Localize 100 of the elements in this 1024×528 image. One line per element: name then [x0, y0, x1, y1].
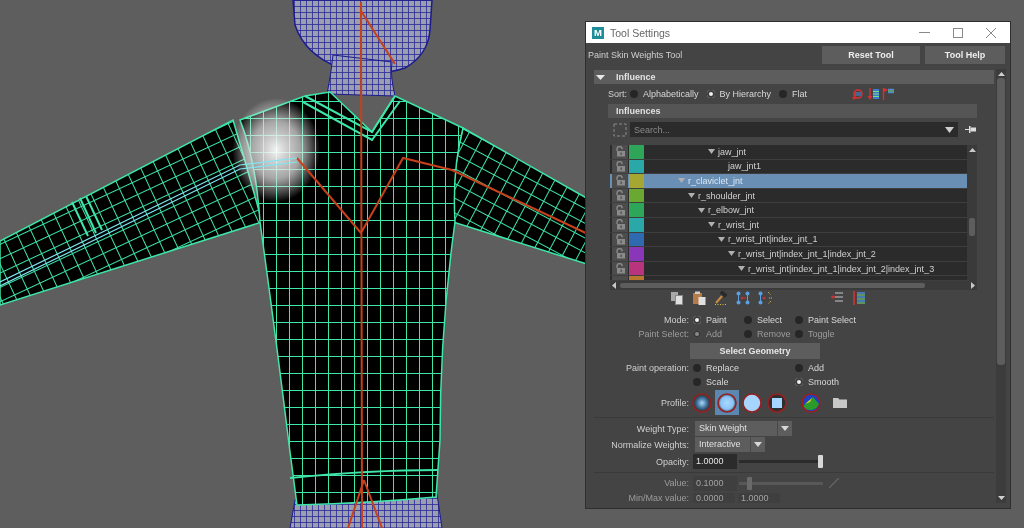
- list-scrollbar[interactable]: [967, 145, 977, 281]
- padlock-icon: [614, 160, 626, 172]
- expand-arrow-icon[interactable]: [718, 236, 725, 242]
- square-brush-icon: [767, 392, 787, 413]
- influence-row[interactable]: jaw_jnt: [610, 145, 967, 160]
- padlock-icon: [614, 190, 626, 202]
- radio-icon[interactable]: [779, 90, 788, 98]
- radio-icon[interactable]: [706, 90, 715, 98]
- sorted-list-icon[interactable]: [867, 88, 879, 100]
- list-arrow-icon[interactable]: [830, 290, 844, 305]
- collapse-arrow-icon[interactable]: [596, 72, 605, 82]
- influences-header[interactable]: Influences: [608, 104, 977, 118]
- radio-icon[interactable]: [795, 378, 803, 386]
- radio-option[interactable]: Replace: [693, 361, 795, 375]
- pin-icon[interactable]: [965, 126, 976, 133]
- joint-name: jaw_jnt1: [728, 160, 762, 173]
- scrollbar-thumb[interactable]: [997, 78, 1005, 365]
- brush-profile-button[interactable]: [740, 390, 764, 415]
- scrollbar-thumb[interactable]: [620, 283, 925, 288]
- radio-option[interactable]: By Hierarchy: [706, 87, 772, 101]
- radio-icon[interactable]: [693, 378, 701, 386]
- lock-button[interactable]: [612, 145, 628, 159]
- joint-name: r_wrist_jnt|index_jnt_1: [728, 233, 818, 246]
- value-label: Value:: [663, 478, 689, 488]
- connected-joints-icon[interactable]: [736, 290, 750, 305]
- radio-option[interactable]: Add: [795, 361, 897, 375]
- close-icon: [985, 27, 996, 38]
- lock-button[interactable]: [612, 174, 628, 188]
- paste-icon[interactable]: [692, 290, 706, 305]
- scrollbar-thumb[interactable]: [969, 218, 975, 236]
- joints-branch-icon[interactable]: [758, 290, 772, 305]
- brush-profile-button[interactable]: [690, 390, 714, 415]
- radio-option[interactable]: Flat: [779, 87, 808, 101]
- profile-label: Profile:: [660, 397, 689, 408]
- radio-option[interactable]: Paint Select: [795, 313, 857, 327]
- radio-option[interactable]: Scale: [693, 375, 795, 389]
- scroll-left-arrow-icon[interactable]: [612, 282, 616, 289]
- joint-name: r_shoulder_jnt: [698, 189, 756, 202]
- select-geometry-button[interactable]: Select Geometry: [690, 343, 820, 359]
- lock-button[interactable]: [612, 203, 628, 217]
- normalize-weights-label: Normalize Weights:: [610, 439, 689, 450]
- dropdown-arrow-icon[interactable]: [945, 127, 954, 133]
- dropdown-arrow-icon: [781, 426, 789, 431]
- joint-name: r_elbow_jnt: [708, 204, 755, 217]
- weight-type-dropdown[interactable]: Skin Weight: [695, 421, 792, 436]
- soft-brush-icon: [717, 392, 737, 413]
- radio-icon[interactable]: [693, 364, 701, 372]
- expand-arrow-icon[interactable]: [708, 149, 715, 155]
- section-header[interactable]: Influence: [594, 70, 994, 84]
- scroll-up-arrow-icon[interactable]: [968, 148, 976, 152]
- normalize-weights-dropdown[interactable]: Interactive: [695, 437, 765, 452]
- scroll-up-arrow-icon[interactable]: [997, 72, 1005, 76]
- padlock-icon: [614, 233, 626, 245]
- folder-icon[interactable]: [833, 397, 847, 408]
- tool-button[interactable]: Tool Help: [925, 45, 1005, 64]
- radio-option[interactable]: Select: [744, 313, 795, 327]
- radio-icon[interactable]: [693, 316, 701, 324]
- opacity-field[interactable]: 1.0000: [693, 454, 737, 469]
- padlock-icon: [614, 175, 626, 187]
- joint-name: r_wrist_jnt: [718, 218, 759, 231]
- panel-scrollbar[interactable]: [996, 69, 1006, 503]
- minimize-icon: [919, 32, 930, 33]
- slider-thumb[interactable]: [818, 455, 823, 468]
- opacity-label: Opacity:: [655, 456, 689, 467]
- slash-icon[interactable]: [829, 478, 839, 488]
- expand-arrow-icon[interactable]: [738, 266, 745, 272]
- app-logo: M: [592, 26, 604, 39]
- brush-profile-button[interactable]: [715, 390, 739, 415]
- scroll-right-arrow-icon[interactable]: [971, 282, 975, 289]
- brush-profile-button[interactable]: [765, 390, 789, 415]
- expand-arrow-icon[interactable]: [688, 193, 695, 199]
- dashed-square-icon[interactable]: [613, 122, 627, 137]
- radio-icon[interactable]: [795, 364, 803, 372]
- radio-option[interactable]: Smooth: [795, 375, 897, 389]
- expand-arrow-icon[interactable]: [728, 251, 735, 257]
- radio-icon[interactable]: [795, 316, 803, 324]
- expand-arrow-icon[interactable]: [698, 207, 705, 213]
- search-field[interactable]: Search...: [630, 122, 958, 137]
- paint-operation-label: Paint operation:: [624, 362, 689, 375]
- numbered-list-icon[interactable]: [852, 290, 866, 305]
- radio-option[interactable]: Alphabetically: [630, 87, 699, 101]
- dropdown-arrow-icon: [754, 442, 762, 447]
- radio-icon[interactable]: [744, 316, 752, 324]
- joint-name: r_wrist_jnt|index_jnt_1|index_jnt_2: [738, 247, 876, 260]
- flag-list-icon[interactable]: [882, 88, 894, 100]
- padlock-icon: [614, 204, 626, 216]
- hammer-icon[interactable]: [714, 290, 728, 305]
- influence-row[interactable]: r_wrist_jnt|index_jnt_1|index_jnt_2: [610, 247, 967, 262]
- influence-row[interactable]: r_elbow_jnt: [610, 203, 967, 218]
- lock-button[interactable]: [612, 247, 628, 261]
- influence-row[interactable]: [610, 276, 967, 281]
- list-scrollbar[interactable]: [610, 281, 977, 290]
- radio-option[interactable]: Paint: [693, 313, 744, 327]
- tool-button[interactable]: Reset Tool: [822, 45, 920, 64]
- radio-icon[interactable]: [630, 90, 638, 98]
- copy-icon[interactable]: [670, 290, 684, 305]
- gaussian-brush-icon: [692, 392, 712, 413]
- expand-arrow-icon[interactable]: [708, 222, 715, 228]
- scroll-down-arrow-icon[interactable]: [997, 496, 1005, 500]
- joint-name: r_wrist_jnt|index_jnt_1|index_jnt_2|index_jnt_3: [748, 262, 935, 275]
